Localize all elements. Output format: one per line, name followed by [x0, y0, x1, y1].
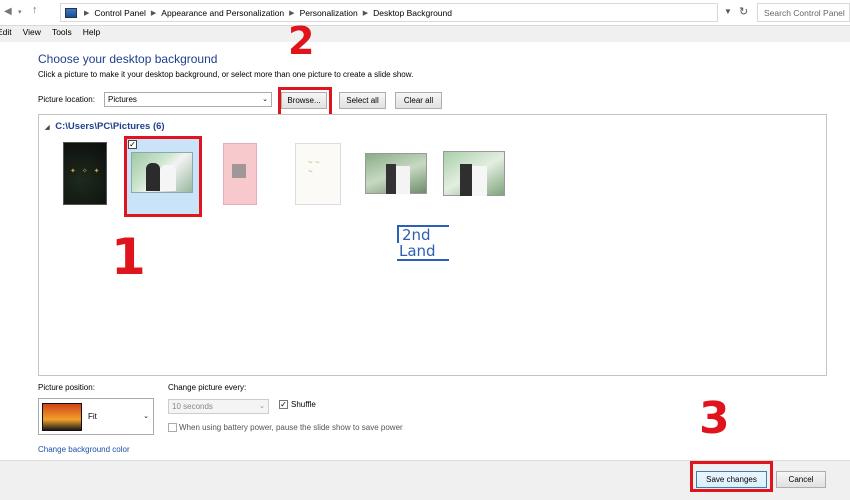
watermark-line-1: 2nd — [397, 225, 449, 243]
breadcrumb-separator-icon[interactable]: ▶ — [289, 9, 294, 17]
picture-checkbox[interactable]: ✓ — [128, 140, 137, 149]
picture-thumbnail-selected[interactable] — [131, 152, 193, 193]
menu-bar: Edit View Tools Help — [0, 27, 111, 41]
clear-all-button[interactable]: Clear all — [395, 92, 442, 109]
change-every-label: Change picture every: — [168, 383, 247, 392]
chevron-down-icon: ⌄ — [259, 403, 265, 410]
change-every-select[interactable]: 10 seconds ⌄ — [168, 399, 269, 414]
breadcrumb-desktop-background[interactable]: Desktop Background — [373, 8, 452, 18]
control-panel-icon — [65, 7, 77, 18]
save-changes-button[interactable]: Save changes — [696, 471, 767, 488]
breadcrumb[interactable]: ▶ Control Panel ▶ Appearance and Persona… — [60, 3, 718, 22]
chevron-down-icon: ⌄ — [262, 96, 268, 103]
folder-path: C:\Users\PC\Pictures (6) — [55, 121, 165, 132]
folder-header[interactable]: ◢ C:\Users\PC\Pictures (6) — [45, 121, 165, 132]
change-every-value: 10 seconds — [172, 402, 213, 411]
select-all-button[interactable]: Select all — [339, 92, 386, 109]
up-arrow-icon[interactable]: ↑ — [32, 4, 38, 16]
cancel-button[interactable]: Cancel — [776, 471, 826, 488]
picture-thumbnail[interactable] — [365, 153, 427, 194]
breadcrumb-separator-icon[interactable]: ▶ — [151, 9, 156, 17]
picture-location-label: Picture location: — [38, 95, 95, 104]
page-title: Choose your desktop background — [38, 52, 218, 66]
back-icon[interactable]: ◀ — [4, 6, 12, 17]
position-preview-image — [42, 403, 82, 431]
shuffle-checkbox[interactable]: ✓ — [279, 400, 288, 409]
footer-bar: Save changes Cancel — [0, 460, 850, 500]
refresh-icon[interactable]: ↻ — [739, 5, 748, 18]
breadcrumb-control-panel[interactable]: Control Panel — [94, 8, 146, 18]
picture-thumbnail[interactable] — [295, 143, 341, 205]
page-subtitle: Click a picture to make it your desktop … — [38, 70, 414, 79]
collapse-triangle-icon[interactable]: ◢ — [45, 125, 50, 131]
breadcrumb-personalization[interactable]: Personalization — [300, 8, 358, 18]
picture-position-select[interactable]: Fit ⌄ — [38, 398, 154, 435]
picture-position-value: Fit — [88, 412, 97, 421]
search-input[interactable]: Search Control Panel — [757, 3, 850, 22]
menu-edit[interactable]: Edit — [0, 27, 12, 41]
breadcrumb-separator-icon[interactable]: ▶ — [363, 9, 368, 17]
breadcrumb-separator-icon[interactable]: ▶ — [84, 9, 89, 17]
breadcrumb-appearance[interactable]: Appearance and Personalization — [161, 8, 284, 18]
picture-thumbnail[interactable] — [63, 142, 107, 205]
picture-thumbnail[interactable] — [443, 151, 505, 196]
menu-help[interactable]: Help — [83, 27, 100, 41]
picture-position-label: Picture position: — [38, 383, 95, 392]
annotation-number-1: 1 — [111, 228, 146, 286]
battery-label: When using battery power, pause the slid… — [179, 423, 403, 432]
annotation-number-3: 3 — [699, 393, 730, 444]
picture-location-value: Pictures — [108, 95, 137, 104]
picture-gallery: ◢ C:\Users\PC\Pictures (6) ✓ 2nd Land — [38, 114, 827, 376]
forward-chevron-icon[interactable]: ▾ — [18, 8, 22, 16]
battery-checkbox[interactable] — [168, 423, 177, 432]
annotation-number-2: 2 — [288, 19, 315, 63]
menu-view[interactable]: View — [23, 27, 41, 41]
picture-thumbnail[interactable] — [223, 143, 257, 205]
watermark-logo: 2nd Land — [397, 225, 449, 263]
picture-location-select[interactable]: Pictures ⌄ — [104, 92, 272, 107]
shuffle-label: Shuffle — [291, 400, 316, 409]
address-dropdown-icon[interactable]: ▼ — [724, 7, 732, 16]
menu-tools[interactable]: Tools — [52, 27, 72, 41]
address-bar: ◀ ▾ ↑ ▶ Control Panel ▶ Appearance and P… — [0, 0, 850, 26]
watermark-line-2: Land — [397, 243, 449, 261]
change-background-color-link[interactable]: Change background color — [38, 445, 130, 454]
chevron-down-icon: ⌄ — [143, 413, 149, 420]
